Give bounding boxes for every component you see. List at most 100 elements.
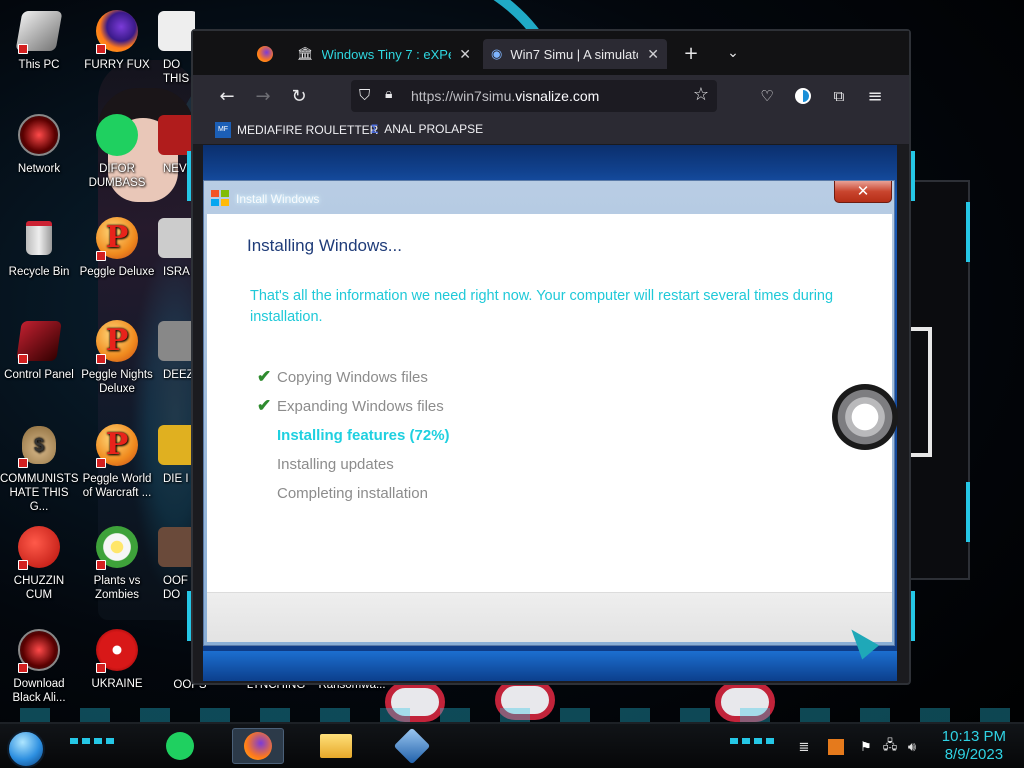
taskbar-virtualbox[interactable] [386,727,438,765]
dark-reader-button[interactable] [791,84,815,108]
archive-icon: 🏛 [297,46,314,61]
mediafire-icon: MF [215,122,231,138]
tab-list-button[interactable]: ⌄ [721,41,745,65]
new-tab-button[interactable]: + [679,41,703,65]
step-label: Installing features (72%) [277,426,450,444]
desktop-icon-die[interactable]: DIE I [155,422,195,486]
background-window-frame [908,327,932,457]
desktop-icon-label: UKRAINE [91,678,143,690]
desktop-icon-control-panel[interactable]: Control Panel [0,318,78,382]
close-icon[interactable]: ✕ [647,46,659,63]
taskbar-spotify[interactable] [154,728,206,764]
window-trim [911,151,915,201]
desktop-icon-label: Control Panel [4,369,74,381]
step-label: Expanding Windows files [277,397,444,415]
desktop-icon-label: Download Black Ali... [12,678,66,704]
action-center-icon[interactable]: ⚑ [858,739,874,755]
desktop-icon-label: Peggle World of Warcraft ... [82,473,152,499]
taskbar-file-explorer[interactable] [310,728,362,764]
tab-win7-simu[interactable]: ◉ Win7 Simu | A simulator ✕ [483,39,667,69]
chuzzle-icon [16,524,62,570]
desktop-icon-furry-fux[interactable]: FURRY FUX [78,8,156,72]
dialog-body: Installing Windows... That's all the inf… [207,214,892,642]
install-step-copying: ✔ Copying Windows files [257,366,428,388]
desktop-icon-communists[interactable]: $ COMMUNISTS HATE THIS G... [0,422,79,514]
bookmark-mediafire[interactable]: MF MEDIAFIRE ROULETTER [215,122,378,138]
dialog-message: That's all the information we need right… [250,288,834,325]
taskbar-firefox[interactable] [232,728,284,764]
desktop-icon-label: FURRY FUX [84,59,150,71]
bookmark-label: MEDIAFIRE ROULETTER [237,123,379,137]
step-label: Completing installation [277,484,428,502]
computer-icon [15,8,63,54]
step-label: Copying Windows files [277,368,428,386]
window-trim [187,591,191,641]
recycle-bin-icon [16,215,62,261]
desktop-icon-label: ISRA [163,266,190,278]
window-trim [911,591,915,641]
start-button[interactable] [7,730,45,768]
extensions-button[interactable]: ⧉ [827,84,851,108]
url-text: https://win7simu.visnalize.com [411,88,599,104]
bookmark-anal-prolapse[interactable]: Σ ANAL PROLAPSE [371,122,483,136]
bookmark-label: ANAL PROLAPSE [384,122,484,136]
file-icon [155,524,195,570]
browser-window[interactable]: 🏛 Windows Tiny 7 : eXPerie ✕ ◉ Win7 Simu… [187,29,915,685]
reload-button[interactable]: ↻ [287,84,311,108]
desktop-icon-isra[interactable]: ISRA [155,215,195,279]
dialog-close-button[interactable]: ✕ [834,181,892,203]
desktop-icon-peggle-nights[interactable]: P Peggle Nights Deluxe [78,318,156,396]
tray-overflow-icon[interactable]: ≣ [796,739,812,755]
desktop-icon-label: DIE I [163,473,189,485]
file-icon [155,318,195,364]
install-step-expanding: ✔ Expanding Windows files [257,395,444,417]
desktop-icon-recycle-bin[interactable]: Recycle Bin [0,215,78,279]
desktop-icon-network[interactable]: Network [0,112,78,176]
sigma-icon: Σ [371,122,379,136]
install-windows-dialog: Install Windows ✕ Installing Windows... … [203,180,895,646]
desktop-icon-label: CHUZZIN CUM [13,575,65,601]
desktop-icon-ukraine[interactable]: UKRAINE [78,627,156,691]
chevron-down-icon: ⌄ [727,45,739,61]
dialog-titlebar[interactable]: Install Windows ✕ [204,181,894,215]
desktop-icon-difor[interactable]: DIFOR DUMBASS [78,112,156,190]
network-tray-icon[interactable]: 🖧︎ [882,738,898,755]
lock-icon: 🔒︎ [385,86,393,102]
install-step-features: Installing features (72%) [257,424,450,446]
checkmark-icon: ✔ [257,396,272,415]
globe-icon: ◉ [491,46,503,61]
desktop-icon-this-pc[interactable]: This PC [0,8,78,72]
page-viewport: Install Windows ✕ Installing Windows... … [203,145,897,681]
pocket-button[interactable]: ♡ [755,84,779,108]
peggle-icon: P [94,422,140,468]
desktop-icon-peggle-world[interactable]: P Peggle World of Warcraft ... [78,422,156,500]
desktop-icon-peggle-deluxe[interactable]: P Peggle Deluxe [78,215,156,279]
desktop-icon-label: DEEZ [163,369,194,381]
step-label: Installing updates [277,455,394,473]
close-icon[interactable]: ✕ [459,46,471,63]
network-icon [16,112,62,158]
url-host: visnalize.com [515,88,600,104]
desktop-icon-label: DO THIS [163,59,190,85]
desktop-icon-label: Recycle Bin [8,266,70,278]
forward-button[interactable]: → [251,84,275,108]
desktop-icon-plants-vs-zombies[interactable]: Plants vs Zombies [78,524,156,602]
menu-button[interactable]: ≡ [863,84,887,108]
desktop-icon-deez[interactable]: DEEZ [155,318,195,382]
tab-strip: 🏛 Windows Tiny 7 : eXPerie ✕ ◉ Win7 Simu… [193,31,909,75]
url-bar[interactable]: ⛉ 🔒︎ https://win7simu.visnalize.com ☆ [351,80,717,112]
arrow-right-icon: → [255,85,271,107]
volume-icon[interactable]: 🔊︎ [904,739,920,755]
dialog-title: Install Windows [236,192,320,206]
firefox-view-button[interactable] [249,39,281,69]
desktop-icon-do-this[interactable]: DO THIS [155,8,195,86]
desktop-icon-download-black[interactable]: Download Black Ali... [0,627,78,705]
taskbar-clock[interactable]: 10:13 PM 8/9/2023 [942,728,1006,764]
tab-windows-tiny-7[interactable]: 🏛 Windows Tiny 7 : eXPerie ✕ [289,39,479,69]
back-button[interactable]: ← [215,84,239,108]
tray-app-icon[interactable] [828,739,844,755]
bookmark-star-icon[interactable]: ☆ [693,84,709,105]
install-step-completing: Completing installation [257,482,428,504]
desktop-icon-chuzzin[interactable]: CHUZZIN CUM [0,524,78,602]
window-trim [187,151,191,201]
